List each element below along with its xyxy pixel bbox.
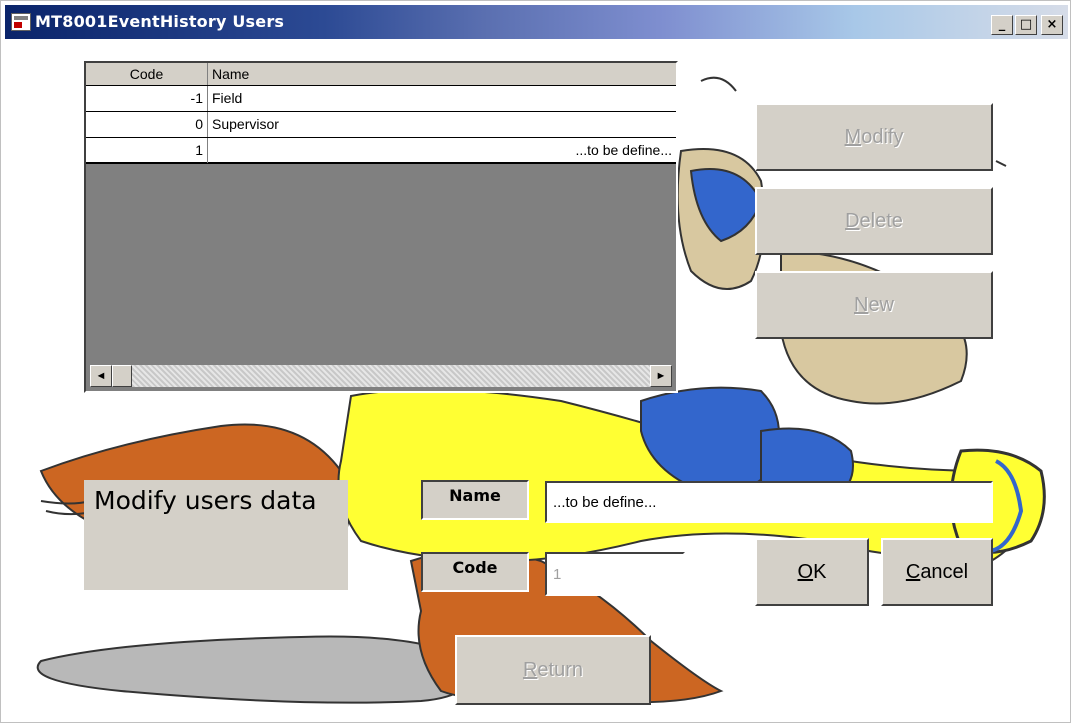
users-grid[interactable]: Code Name -1 Field 0 Supervisor 1 ...to … <box>84 61 678 393</box>
return-button[interactable]: Return <box>455 635 651 705</box>
scroll-thumb[interactable] <box>112 365 132 387</box>
cell-name: Supervisor <box>212 116 279 132</box>
button-label: Modify <box>844 126 904 148</box>
maximize-button[interactable]: □ <box>1015 15 1037 35</box>
cell-code: -1 <box>86 86 208 111</box>
app-window-icon[interactable] <box>11 13 31 31</box>
table-row[interactable]: -1 Field <box>86 86 676 112</box>
button-label: New <box>853 294 895 316</box>
cancel-button[interactable]: Cancel <box>881 538 993 606</box>
minimize-button[interactable]: _ <box>991 15 1013 35</box>
table-row[interactable]: 1 ...to be define... <box>86 138 676 164</box>
close-button[interactable]: × <box>1041 15 1063 35</box>
arrow-left-icon: ◄ <box>95 370 107 382</box>
table-row[interactable]: 0 Supervisor <box>86 112 676 138</box>
grid-header: Code Name <box>86 63 676 86</box>
delete-button[interactable]: Delete <box>755 187 993 255</box>
name-label: Name <box>421 480 529 520</box>
title-bar[interactable]: MT8001EventHistory Users _ □ × <box>5 5 1068 39</box>
maximize-icon: □ <box>1019 17 1033 32</box>
modify-users-panel: Modify users data <box>84 480 348 590</box>
button-label: Cancel <box>905 561 969 583</box>
button-label: Return <box>522 659 584 681</box>
ok-button[interactable]: OK <box>755 538 869 606</box>
modify-button[interactable]: Modify <box>755 103 993 171</box>
cell-name: ...to be define... <box>575 142 672 158</box>
button-label: Delete <box>845 210 903 232</box>
horizontal-scrollbar[interactable]: ◄ ► <box>90 365 672 387</box>
name-input[interactable] <box>545 481 993 523</box>
minimize-icon: _ <box>998 17 1006 32</box>
code-input[interactable] <box>545 552 685 596</box>
window-title: MT8001EventHistory Users <box>35 12 285 31</box>
close-icon: × <box>1046 17 1058 32</box>
scroll-right-button[interactable]: ► <box>650 365 672 387</box>
scroll-left-button[interactable]: ◄ <box>90 365 112 387</box>
cell-name: Field <box>212 90 243 106</box>
arrow-right-icon: ► <box>655 370 667 382</box>
button-label: OK <box>797 561 827 583</box>
column-header-code[interactable]: Code <box>86 63 208 85</box>
cell-code: 1 <box>86 138 208 163</box>
column-header-name[interactable]: Name <box>208 63 676 85</box>
application-window: MT8001EventHistory Users _ □ × Code Name… <box>0 0 1071 723</box>
new-button[interactable]: New <box>755 271 993 339</box>
code-label: Code <box>421 552 529 592</box>
cell-code: 0 <box>86 112 208 137</box>
panel-heading: Modify users data <box>94 486 317 515</box>
